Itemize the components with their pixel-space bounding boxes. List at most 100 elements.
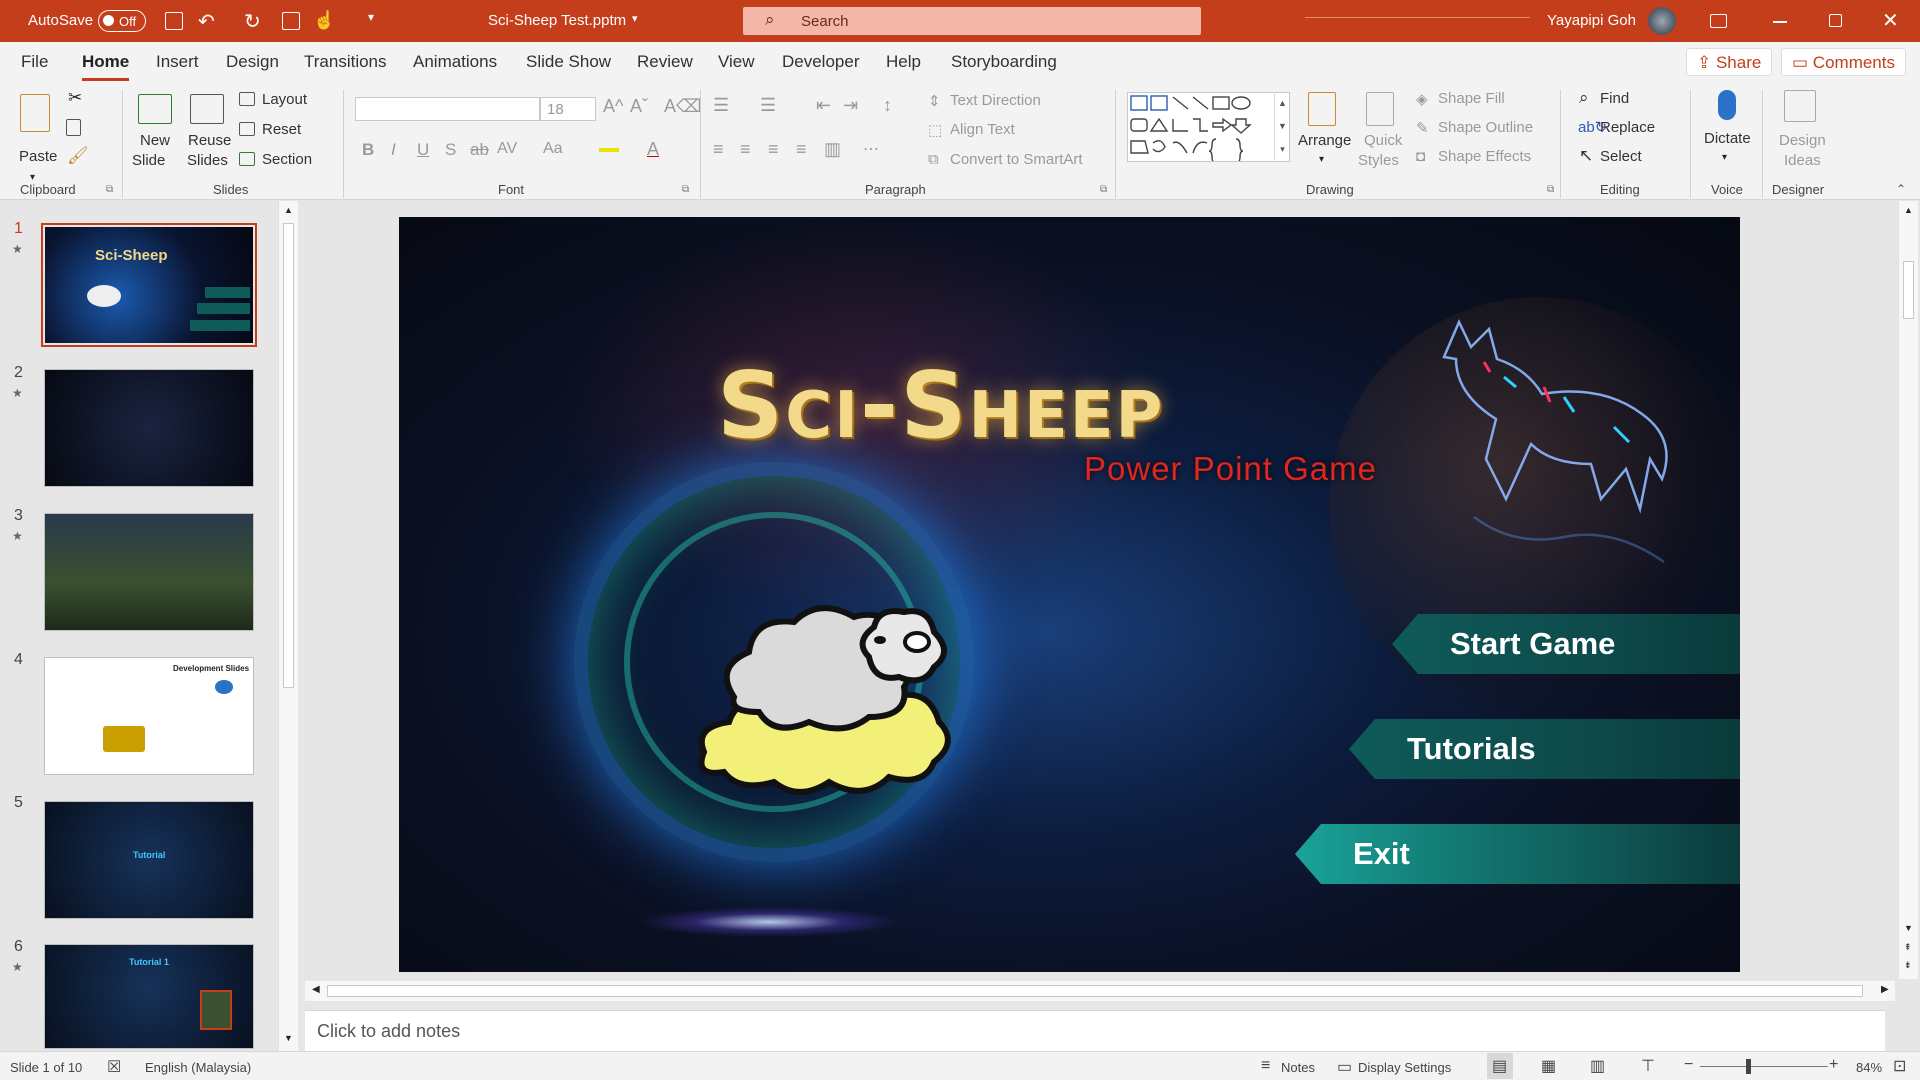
tab-view[interactable]: View [718, 52, 755, 72]
clipboard-launcher-icon[interactable]: ⧉ [106, 184, 113, 195]
next-slide-icon[interactable]: ⇟ [1904, 960, 1912, 971]
dictate-dropdown-icon[interactable]: ▾ [1722, 152, 1727, 163]
scrollbar-thumb[interactable] [1903, 261, 1914, 319]
present-icon[interactable] [282, 12, 300, 30]
slide-thumbnail-2[interactable] [44, 369, 254, 487]
spelling-check-icon[interactable]: ☒ [107, 1057, 121, 1077]
justify-icon[interactable]: ≡ [796, 139, 807, 160]
slide-show-icon[interactable]: ⊤ [1641, 1056, 1655, 1076]
layout-button[interactable]: Layout [262, 91, 307, 108]
scroll-right-icon[interactable]: ▶ [1881, 984, 1889, 995]
slide-thumbnail-3[interactable] [44, 513, 254, 631]
grow-font-icon[interactable]: A^ [603, 96, 623, 117]
collapse-ribbon-icon[interactable]: ⌃ [1896, 182, 1906, 196]
decrease-indent-icon[interactable]: ⇤ [816, 95, 831, 116]
tab-review[interactable]: Review [637, 52, 693, 72]
document-title[interactable]: Sci-Sheep Test.pptm [488, 12, 626, 29]
text-direction-button[interactable]: Text Direction [950, 92, 1041, 109]
increase-indent-icon[interactable]: ⇥ [843, 95, 858, 116]
align-left-icon[interactable]: ≡ [713, 139, 724, 160]
new-slide-label-2[interactable]: Slide [132, 152, 165, 169]
font-launcher-icon[interactable]: ⧉ [682, 184, 689, 195]
notes-placeholder[interactable]: Click to add notes [317, 1021, 460, 1042]
quick-styles-label-1[interactable]: Quick [1364, 132, 1402, 149]
tab-slide-show[interactable]: Slide Show [526, 52, 611, 72]
font-color-icon[interactable]: A [647, 139, 659, 160]
minimize-icon[interactable] [1773, 21, 1787, 23]
zoom-in-icon[interactable]: + [1829, 1056, 1838, 1074]
bullets-icon[interactable]: ☰ [713, 95, 729, 116]
design-ideas-label-2[interactable]: Ideas [1784, 152, 1821, 169]
previous-slide-icon[interactable]: ⇞ [1904, 942, 1912, 953]
shape-effects-button[interactable]: Shape Effects [1438, 148, 1531, 165]
scroll-down-icon[interactable]: ▼ [284, 1033, 293, 1043]
dictate-button[interactable]: Dictate [1704, 130, 1751, 147]
shrink-font-icon[interactable]: Aˇ [630, 96, 648, 117]
touch-mode-icon[interactable]: ☝ [313, 10, 335, 31]
line-spacing-icon[interactable]: ↕ [883, 95, 892, 116]
reuse-slides-label-1[interactable]: Reuse [188, 132, 231, 149]
paragraph-launcher-icon[interactable]: ⧉ [1100, 184, 1107, 195]
close-icon[interactable]: ✕ [1882, 8, 1899, 33]
tab-home[interactable]: Home [82, 52, 130, 81]
shape-outline-button[interactable]: Shape Outline [1438, 119, 1533, 136]
scroll-up-icon[interactable]: ▲ [1904, 205, 1913, 215]
new-slide-icon[interactable] [138, 94, 172, 124]
highlight-color-icon[interactable] [599, 148, 619, 152]
quick-styles-icon[interactable] [1366, 92, 1394, 126]
design-ideas-icon[interactable] [1784, 90, 1816, 122]
shadow-icon[interactable]: S [445, 140, 456, 160]
strikethrough-icon[interactable]: ab [470, 140, 489, 160]
tab-animations[interactable]: Animations [413, 52, 497, 72]
avatar[interactable] [1648, 7, 1676, 35]
new-slide-label-1[interactable]: New [140, 132, 170, 149]
change-case-icon[interactable]: Aa [543, 140, 563, 158]
scrollbar-thumb[interactable] [327, 985, 1863, 997]
arrange-button[interactable]: Arrange [1298, 132, 1351, 149]
design-ideas-label-1[interactable]: Design [1779, 132, 1826, 149]
copy-icon[interactable] [66, 119, 81, 136]
reuse-slides-label-2[interactable]: Slides [187, 152, 228, 169]
shapes-gallery[interactable] [1127, 92, 1290, 164]
autosave-toggle[interactable]: Off [98, 10, 146, 32]
tab-design[interactable]: Design [226, 52, 279, 72]
quick-styles-label-2[interactable]: Styles [1358, 152, 1399, 169]
save-icon[interactable] [165, 12, 183, 30]
reuse-slides-icon[interactable] [190, 94, 224, 124]
clear-formatting-icon[interactable]: A⌫ [664, 96, 701, 117]
align-objects-icon[interactable]: ⋯ [863, 139, 879, 159]
tab-transitions[interactable]: Transitions [304, 52, 387, 72]
tutorials-button[interactable]: Tutorials [1349, 719, 1740, 779]
user-name[interactable]: Yayapipi Goh [1547, 12, 1636, 29]
find-button[interactable]: Find [1600, 90, 1629, 107]
notes-pane[interactable]: Click to add notes [305, 1010, 1885, 1052]
align-text-button[interactable]: Align Text [950, 121, 1015, 138]
convert-smartart-button[interactable]: Convert to SmartArt [950, 151, 1083, 168]
select-button[interactable]: Select [1600, 148, 1642, 165]
editor-horizontal-scrollbar[interactable]: ◀ ▶ [305, 981, 1895, 1001]
display-settings-button[interactable]: Display Settings [1358, 1060, 1451, 1075]
restore-icon[interactable] [1829, 14, 1842, 27]
reset-button[interactable]: Reset [262, 121, 301, 138]
character-spacing-icon[interactable]: AV [497, 140, 517, 158]
fit-to-window-icon[interactable]: ⊡ [1893, 1056, 1906, 1076]
slide-thumbnail-6[interactable]: Tutorial 1 [44, 944, 254, 1049]
replace-button[interactable]: Replace [1600, 119, 1655, 136]
tab-developer[interactable]: Developer [782, 52, 860, 72]
title-dropdown-icon[interactable]: ▾ [632, 12, 638, 25]
slide-thumbnail-1[interactable]: Sci-Sheep [41, 223, 257, 347]
redo-icon[interactable]: ↻ [244, 9, 261, 34]
drawing-launcher-icon[interactable]: ⧉ [1547, 184, 1554, 195]
scroll-down-icon[interactable]: ▼ [1904, 923, 1913, 933]
paste-icon[interactable] [20, 94, 50, 132]
tab-help[interactable]: Help [886, 52, 921, 72]
search-box[interactable]: ⌕ Search [743, 7, 1201, 35]
zoom-out-icon[interactable]: − [1684, 1056, 1693, 1074]
slide-thumbnail-5[interactable]: Tutorial [44, 801, 254, 919]
shapes-gallery-scroll[interactable]: ▲ ▼ ▾ [1274, 92, 1290, 162]
align-right-icon[interactable]: ≡ [768, 139, 779, 160]
scrollbar-thumb[interactable] [283, 223, 294, 688]
shape-fill-button[interactable]: Shape Fill [1438, 90, 1505, 107]
language-indicator[interactable]: English (Malaysia) [145, 1060, 251, 1075]
arrange-icon[interactable] [1308, 92, 1336, 126]
